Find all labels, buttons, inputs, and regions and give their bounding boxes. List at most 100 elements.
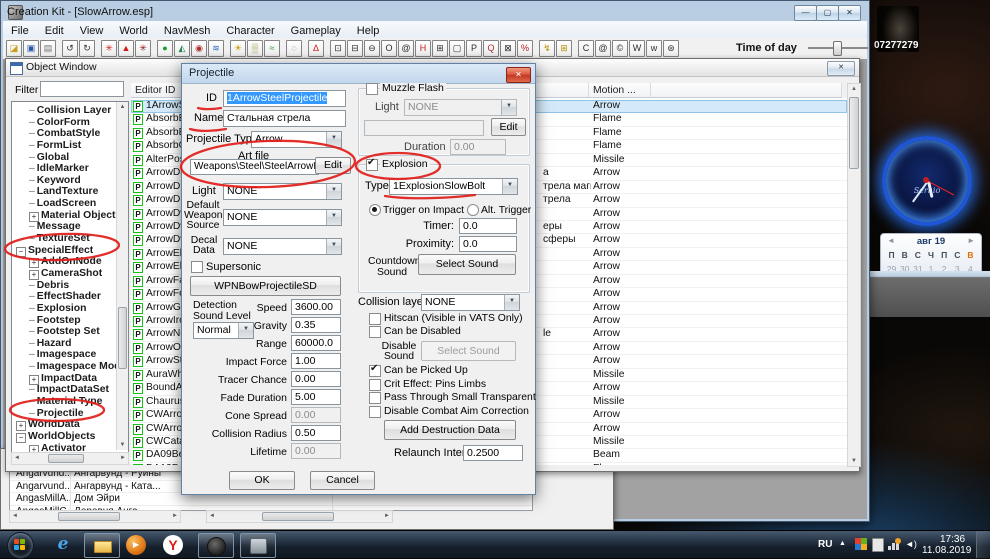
- toolbar-button-4[interactable]: ↺: [62, 40, 78, 57]
- tree-item-colorform[interactable]: –ColorForm: [14, 117, 116, 129]
- tree-item-worlddata[interactable]: +WorldData: [14, 419, 116, 431]
- toolbar-button-30[interactable]: ↯: [539, 40, 555, 57]
- tree-item-keyword[interactable]: –Keyword: [14, 175, 116, 187]
- toolbar-button-35[interactable]: W: [629, 40, 645, 57]
- collision-layer-select[interactable]: NONE▼: [421, 294, 520, 311]
- minimize-button[interactable]: —: [794, 5, 817, 21]
- muzzle-flash-input[interactable]: [364, 120, 484, 136]
- toolbar-button-27[interactable]: Q: [483, 40, 499, 57]
- pass-through-small-transparent-checkbox[interactable]: [369, 392, 381, 404]
- menu-navmesh[interactable]: NavMesh: [156, 23, 218, 37]
- scroll-right-icon[interactable]: ►: [382, 511, 392, 522]
- art-file-edit-button[interactable]: Edit: [315, 157, 351, 174]
- menu-help[interactable]: Help: [349, 23, 388, 37]
- toolbar-button-11[interactable]: ◉: [191, 40, 207, 57]
- toolbar-button-8[interactable]: ✳: [135, 40, 151, 57]
- collision-radius-input[interactable]: 0.50: [291, 425, 341, 441]
- tree-item-footstep[interactable]: –Footstep: [14, 315, 116, 327]
- tree-expand-icon[interactable]: −: [16, 247, 26, 257]
- taskbar-media-player-icon[interactable]: ▶: [126, 535, 146, 555]
- toolbar-button-37[interactable]: ⊛: [663, 40, 679, 57]
- cell-view-hscrollbar-left[interactable]: ◄ ►: [9, 510, 181, 523]
- explosion-checkbox[interactable]: [366, 159, 378, 171]
- scroll-left-icon[interactable]: ◄: [207, 511, 217, 522]
- tree-item-hazard[interactable]: –Hazard: [14, 338, 116, 350]
- tree-item-effectshader[interactable]: –EffectShader: [14, 291, 116, 303]
- toolbar-button-33[interactable]: @: [595, 40, 611, 57]
- toolbar-button-15[interactable]: ≈: [264, 40, 280, 57]
- name-input[interactable]: Стальная стрела: [223, 110, 346, 127]
- tree-item-footstep-set[interactable]: –Footstep Set: [14, 326, 116, 338]
- menu-gameplay[interactable]: Gameplay: [283, 23, 349, 37]
- tray-time[interactable]: 17:36: [940, 534, 965, 545]
- toolbar-button-7[interactable]: ▲: [118, 40, 134, 57]
- tree-item-global[interactable]: –Global: [14, 152, 116, 164]
- tree-item-material-object[interactable]: +Material Object: [14, 210, 116, 222]
- tree-expand-icon[interactable]: +: [29, 258, 39, 268]
- id-input[interactable]: 1ArrowSteelProjectile: [223, 90, 346, 107]
- lifetime-input[interactable]: 0.00: [291, 443, 341, 459]
- toolbar-button-18[interactable]: ⊡: [330, 40, 346, 57]
- duration-input[interactable]: 0.00: [450, 139, 506, 155]
- muzzle-flash-checkbox[interactable]: [366, 83, 378, 95]
- countdown-select-sound-button[interactable]: Select Sound: [418, 254, 516, 275]
- object-list-vscrollbar[interactable]: ▲ ▼: [847, 83, 861, 467]
- tree-item-impactdata[interactable]: +ImpactData: [14, 373, 116, 385]
- light-select[interactable]: NONE▼: [223, 183, 342, 200]
- column-header-extra[interactable]: [651, 83, 842, 98]
- filter-input[interactable]: [40, 81, 124, 97]
- tree-item-worldobjects[interactable]: −WorldObjects: [14, 431, 116, 443]
- tray-network-icon[interactable]: [888, 538, 901, 550]
- taskbar-creation-kit-button[interactable]: [198, 533, 234, 558]
- explosion-type-select[interactable]: 1ExplosionSlowBolt▼: [389, 178, 518, 195]
- toolbar-button-10[interactable]: ◭: [174, 40, 190, 57]
- object-category-tree[interactable]: –Collision Layer–ColorForm–CombatStyle –F…: [11, 101, 129, 453]
- toolbar-button-17[interactable]: ∆: [308, 40, 324, 57]
- tray-date[interactable]: 11.08.2019: [922, 545, 971, 556]
- toolbar-button-5[interactable]: ↻: [79, 40, 95, 57]
- tree-expand-icon[interactable]: +: [29, 212, 39, 222]
- taskbar-yandex-icon[interactable]: Y: [163, 535, 183, 555]
- list-item[interactable]: AngasMillA...Дом Эйри: [10, 493, 532, 506]
- toolbar-button-25[interactable]: ▢: [449, 40, 465, 57]
- toolbar-button-31[interactable]: ⊞: [556, 40, 572, 57]
- close-button[interactable]: ✕: [838, 5, 861, 21]
- art-file-input[interactable]: Weapons\Steel\SteelArrowFli: [190, 159, 319, 175]
- language-indicator[interactable]: RU: [818, 539, 832, 550]
- menu-edit[interactable]: Edit: [37, 23, 72, 37]
- hitscan-visible-in-vats-only--checkbox[interactable]: [369, 313, 381, 325]
- scroll-down-icon[interactable]: ▼: [117, 440, 128, 450]
- tree-vscrollbar[interactable]: ▲ ▼: [116, 102, 128, 450]
- tree-item-landtexture[interactable]: –LandTexture: [14, 186, 116, 198]
- show-desktop-button[interactable]: [976, 531, 990, 558]
- tray-volume-icon[interactable]: ◄): [905, 539, 917, 549]
- tree-expand-icon[interactable]: −: [16, 433, 26, 443]
- toolbar-button-22[interactable]: @: [398, 40, 414, 57]
- calendar-next-icon[interactable]: ►: [967, 236, 975, 245]
- taskbar-explorer-button[interactable]: [84, 533, 120, 558]
- ok-button[interactable]: OK: [229, 471, 295, 490]
- supersonic-checkbox[interactable]: [191, 261, 203, 273]
- column-header-motion[interactable]: Motion ...: [589, 83, 651, 98]
- tree-item-explosion[interactable]: –Explosion: [14, 303, 116, 315]
- toolbar-button-21[interactable]: O: [381, 40, 397, 57]
- menu-view[interactable]: View: [72, 23, 112, 37]
- scroll-right-icon[interactable]: ►: [170, 511, 180, 522]
- can-be-disabled-checkbox[interactable]: [369, 326, 381, 338]
- toolbar-button-3[interactable]: ▤: [40, 40, 56, 57]
- alt-trigger-radio[interactable]: [467, 204, 479, 216]
- tree-item-collision-layer[interactable]: –Collision Layer: [14, 105, 116, 117]
- tree-expand-icon[interactable]: +: [29, 270, 39, 280]
- tree-item-combatstyle[interactable]: –CombatStyle: [14, 128, 116, 140]
- toolbar-button-13[interactable]: ☀: [230, 40, 246, 57]
- tree-item-material-type[interactable]: –Material Type: [14, 396, 116, 408]
- scroll-left-icon[interactable]: ◄: [12, 453, 22, 464]
- tree-item-imagespace[interactable]: –Imagespace: [14, 349, 116, 361]
- tree-expand-icon[interactable]: +: [16, 421, 26, 431]
- tree-expand-icon[interactable]: +: [29, 375, 39, 385]
- toolbar-button-36[interactable]: w: [646, 40, 662, 57]
- toolbar-button-16[interactable]: ◌: [286, 40, 302, 57]
- tray-antivirus-icon[interactable]: [855, 538, 867, 550]
- taskbar-app-button[interactable]: [240, 533, 276, 558]
- toolbar-button-9[interactable]: ●: [157, 40, 173, 57]
